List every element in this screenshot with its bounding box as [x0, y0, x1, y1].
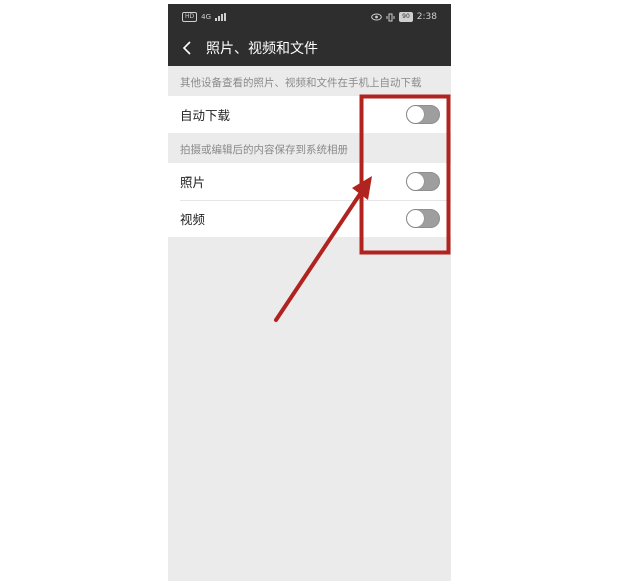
- eye-comfort-icon: [371, 13, 382, 21]
- chevron-left-icon[interactable]: [178, 38, 194, 58]
- photo-toggle[interactable]: [406, 172, 440, 191]
- setting-label: 视频: [180, 212, 206, 227]
- hd-badge: HD: [182, 12, 198, 22]
- page-title: 照片、视频和文件: [206, 41, 318, 57]
- phone-screen: HD 4G 90 2:38 照片、视频和文件 其他设备查看的照片、视频和文件在手…: [168, 4, 451, 581]
- signal-icon: [215, 13, 227, 21]
- auto-download-toggle[interactable]: [406, 105, 440, 124]
- vibrate-icon: [386, 13, 395, 21]
- setting-label: 照片: [180, 175, 206, 190]
- video-toggle[interactable]: [406, 209, 440, 228]
- toggle-knob: [407, 210, 424, 227]
- clock: 2:38: [416, 12, 437, 22]
- status-bar: HD 4G 90 2:38: [168, 4, 451, 30]
- toggle-knob: [407, 106, 424, 123]
- section-header-auto-download: 其他设备查看的照片、视频和文件在手机上自动下载: [180, 77, 422, 89]
- setting-row-photo[interactable]: 照片: [168, 163, 451, 200]
- toggle-knob: [407, 173, 424, 190]
- setting-row-video[interactable]: 视频: [168, 200, 451, 237]
- setting-row-auto-download[interactable]: 自动下载: [168, 96, 451, 133]
- network-type: 4G: [201, 13, 212, 21]
- status-left: HD 4G: [182, 12, 227, 22]
- status-right: 90 2:38: [371, 12, 437, 22]
- section-header-save-to-album: 拍摄或编辑后的内容保存到系统相册: [180, 144, 348, 156]
- nav-bar: 照片、视频和文件: [168, 30, 451, 66]
- battery-icon: 90: [399, 12, 413, 22]
- setting-label: 自动下载: [180, 108, 231, 123]
